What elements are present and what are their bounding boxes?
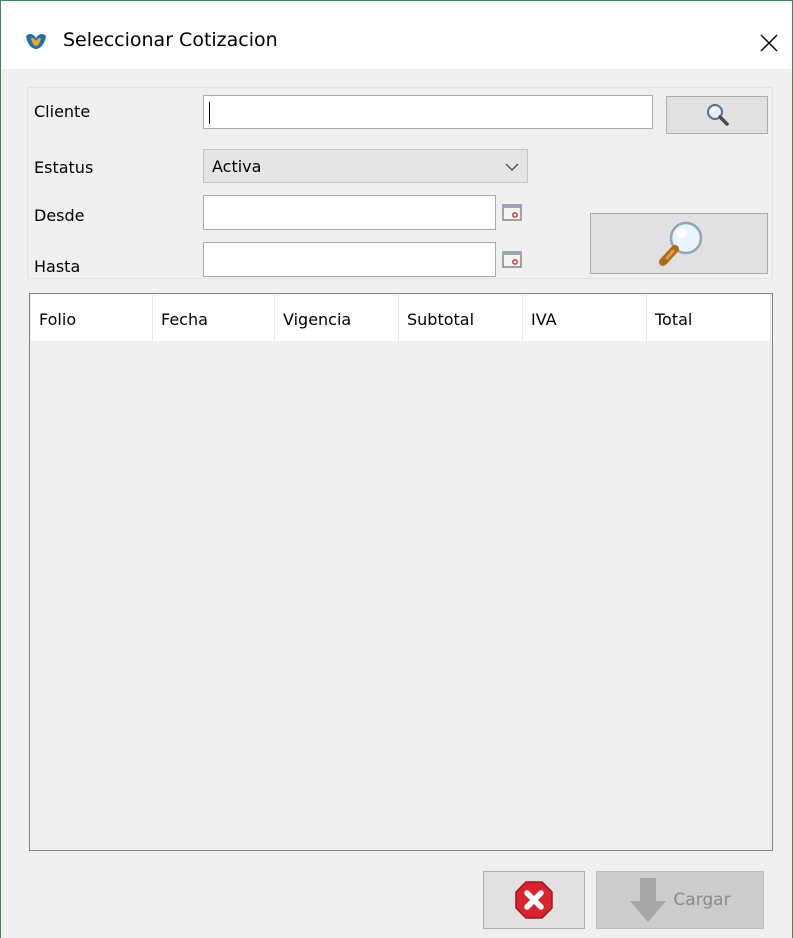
hasta-label: Hasta — [34, 257, 81, 276]
dialog-window: Seleccionar Cotizacion Cliente Estatus A… — [0, 0, 793, 938]
column-header-subtotal[interactable]: Subtotal — [399, 295, 523, 341]
quotes-table[interactable]: Folio Fecha Vigencia Subtotal IVA Total — [29, 293, 773, 851]
desde-input[interactable] — [203, 195, 496, 230]
arrow-down-icon — [630, 878, 667, 922]
cancel-x-icon — [515, 881, 553, 919]
close-button[interactable] — [749, 23, 789, 63]
search-button[interactable] — [590, 213, 768, 274]
large-magnifier-icon — [659, 221, 703, 266]
chevron-down-icon — [505, 163, 519, 171]
column-header-folio[interactable]: Folio — [31, 295, 153, 341]
desde-calendar-button[interactable] — [497, 197, 527, 227]
magnifier-icon — [707, 104, 729, 126]
app-logo-icon — [26, 33, 46, 49]
text-caret — [209, 102, 210, 124]
load-button-label: Cargar — [673, 890, 731, 910]
window-title: Seleccionar Cotizacion — [63, 29, 278, 51]
hasta-input[interactable] — [203, 242, 496, 277]
estatus-label: Estatus — [34, 158, 94, 177]
column-header-iva[interactable]: IVA — [523, 295, 647, 341]
search-client-button[interactable] — [666, 96, 768, 134]
close-icon — [760, 34, 778, 52]
estatus-select[interactable]: Activa — [203, 149, 528, 183]
column-header-total[interactable]: Total — [647, 295, 771, 341]
hasta-calendar-button[interactable] — [497, 244, 527, 274]
cliente-input[interactable] — [203, 95, 653, 129]
column-header-vigencia[interactable]: Vigencia — [275, 295, 399, 341]
table-header: Folio Fecha Vigencia Subtotal IVA Total — [31, 295, 771, 341]
column-header-fecha[interactable]: Fecha — [153, 295, 275, 341]
cliente-label: Cliente — [34, 102, 91, 121]
load-button[interactable]: Cargar — [596, 871, 764, 929]
calendar-icon — [502, 204, 522, 221]
estatus-selected-value: Activa — [212, 157, 262, 176]
title-bar: Seleccionar Cotizacion — [1, 1, 792, 69]
desde-label: Desde — [34, 206, 85, 225]
cancel-button[interactable] — [483, 871, 585, 929]
calendar-icon — [502, 251, 522, 268]
